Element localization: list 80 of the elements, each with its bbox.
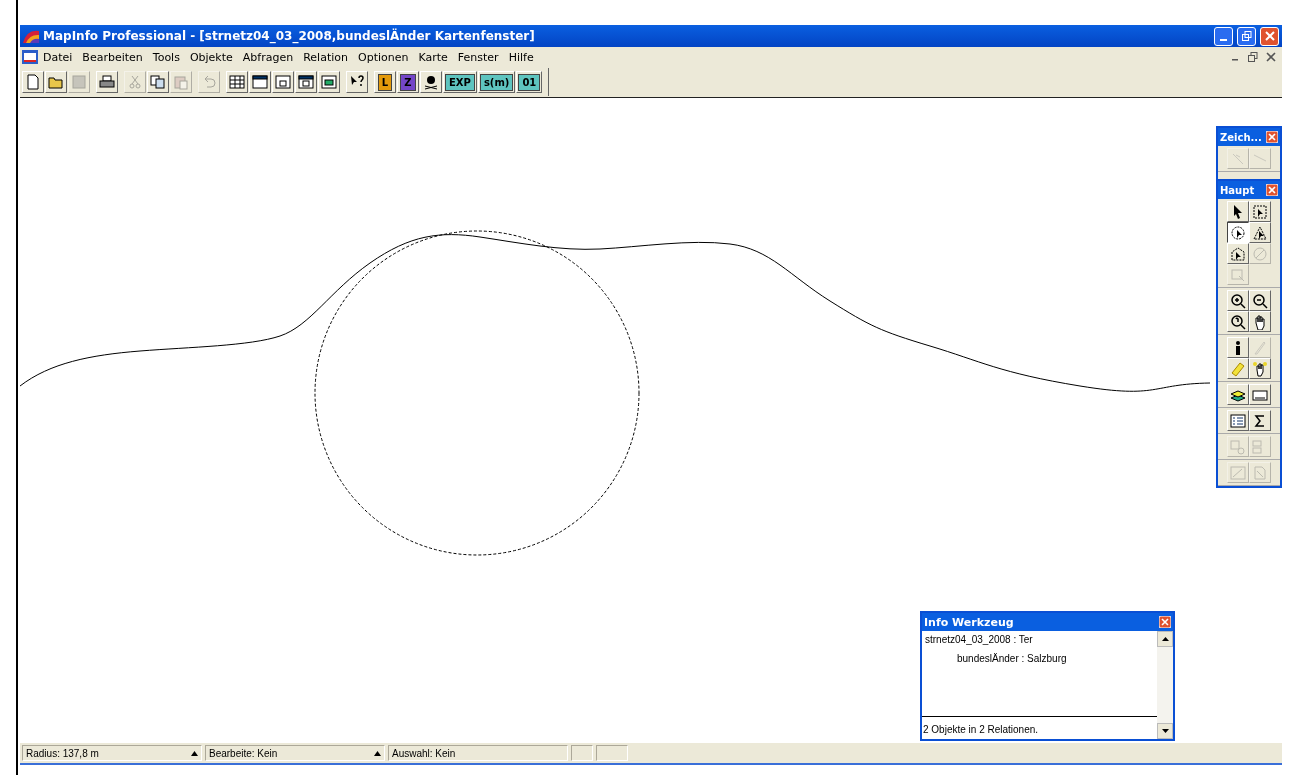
menu-item[interactable]: Relation <box>298 50 353 64</box>
document-icon[interactable] <box>22 50 38 64</box>
hand-icon <box>1252 313 1268 330</box>
menu-item[interactable]: Karte <box>413 50 453 64</box>
scroll-up-icon[interactable] <box>1161 637 1169 641</box>
table-drawing-icon <box>1230 438 1246 455</box>
info-title: Info Werkzeug <box>924 615 1014 629</box>
table-icon <box>229 74 245 90</box>
toolbar-button[interactable] <box>420 71 442 93</box>
erase-outside-icon <box>1252 464 1268 481</box>
menu-item[interactable]: Bearbeiten <box>77 50 148 64</box>
info-summary: 2 Objekte in 2 Relationen. <box>922 723 1040 737</box>
menu-item[interactable]: Objekte <box>184 50 238 64</box>
new-document-icon <box>25 74 41 90</box>
zoom-out-icon <box>1252 292 1268 309</box>
caret-icon[interactable] <box>191 750 198 756</box>
menu-item[interactable]: Optionen <box>353 50 414 64</box>
window-title: MapInfo Professional - [strnetz04_03_2008,bundeslÄnder Kartenfenster] <box>43 29 536 43</box>
radius-select-icon <box>1230 224 1246 241</box>
copy-icon <box>150 74 166 90</box>
unselect-icon <box>1252 245 1268 262</box>
close-icon[interactable] <box>1266 52 1276 62</box>
menu-item[interactable]: Datei <box>38 50 78 64</box>
scrollbar[interactable] <box>1157 631 1173 739</box>
label-tag-icon <box>1230 360 1246 377</box>
minimize-button[interactable] <box>1214 26 1233 46</box>
drag-hand-icon <box>1252 360 1268 377</box>
toolbar-button[interactable] <box>147 71 169 93</box>
restore-button[interactable] <box>1237 26 1256 46</box>
change-view-icon <box>1230 313 1246 330</box>
map-window-icon <box>252 74 268 90</box>
toolbar-button[interactable]: EXP <box>443 71 477 93</box>
caret-icon[interactable] <box>374 750 381 756</box>
menu-item[interactable]: Tools <box>147 50 185 64</box>
toolbar-button[interactable] <box>346 71 368 93</box>
status-field <box>571 745 593 761</box>
paste-icon <box>173 74 189 90</box>
palette-title: Zeich... <box>1220 131 1262 143</box>
status-text: Auswahl: Kein <box>392 747 456 759</box>
menu-item[interactable]: Fenster <box>452 50 504 64</box>
toolbar-button[interactable] <box>295 71 317 93</box>
restore-icon <box>1241 31 1252 41</box>
marquee-select-icon <box>1252 203 1268 220</box>
restore-icon[interactable] <box>1248 52 1258 62</box>
cut-icon <box>127 74 143 90</box>
scroll-down-icon[interactable] <box>1161 729 1169 733</box>
redistrict-window-icon <box>321 74 337 90</box>
close-icon <box>1264 31 1275 41</box>
status-text: Radius: 137,8 m <box>26 747 99 759</box>
boundary-select-icon <box>1230 245 1246 262</box>
layout-window-icon <box>298 74 314 90</box>
map-canvas[interactable]: Zeich... Haupt Info Werkzeug strnetz04_03_2008 : Ter bundeslÄnder : Salzburg 2 Objekte in 2 Relationen. <box>20 98 1282 743</box>
menu-item[interactable]: Hilfe <box>503 50 539 64</box>
info-line: bundeslÄnder : Salzburg <box>957 653 1068 664</box>
toolbar-button[interactable] <box>226 71 248 93</box>
legend-icon <box>1230 412 1246 429</box>
minimize-icon <box>1220 39 1227 41</box>
status-field <box>596 745 628 761</box>
app-logo-icon <box>23 29 39 43</box>
palette-title: Haupt <box>1220 184 1255 196</box>
print-icon <box>99 74 115 90</box>
zoom-in-icon <box>1230 292 1246 309</box>
toolbar-button[interactable]: s(m) <box>477 71 516 93</box>
reshape-icon <box>1230 266 1246 283</box>
erase-icon <box>1230 464 1246 481</box>
polygon-select-icon <box>1252 224 1268 241</box>
status-text: Bearbeite: Kein <box>209 747 278 759</box>
tool-button[interactable] <box>1227 222 1249 243</box>
toolbar-button[interactable]: 01 <box>516 71 543 93</box>
graph-window-icon <box>275 74 291 90</box>
ruler-icon <box>1252 339 1268 356</box>
close-button[interactable] <box>1260 26 1279 46</box>
skull-icon <box>423 74 439 90</box>
toolbar-button[interactable] <box>96 71 118 93</box>
save-icon <box>71 74 87 90</box>
toolbar-button[interactable] <box>249 71 271 93</box>
open-folder-icon <box>48 74 64 90</box>
toolbar-button[interactable] <box>318 71 340 93</box>
menu-item[interactable]: Abfragen <box>237 50 299 64</box>
info-line: strnetz04_03_2008 : Ter <box>925 634 1034 645</box>
